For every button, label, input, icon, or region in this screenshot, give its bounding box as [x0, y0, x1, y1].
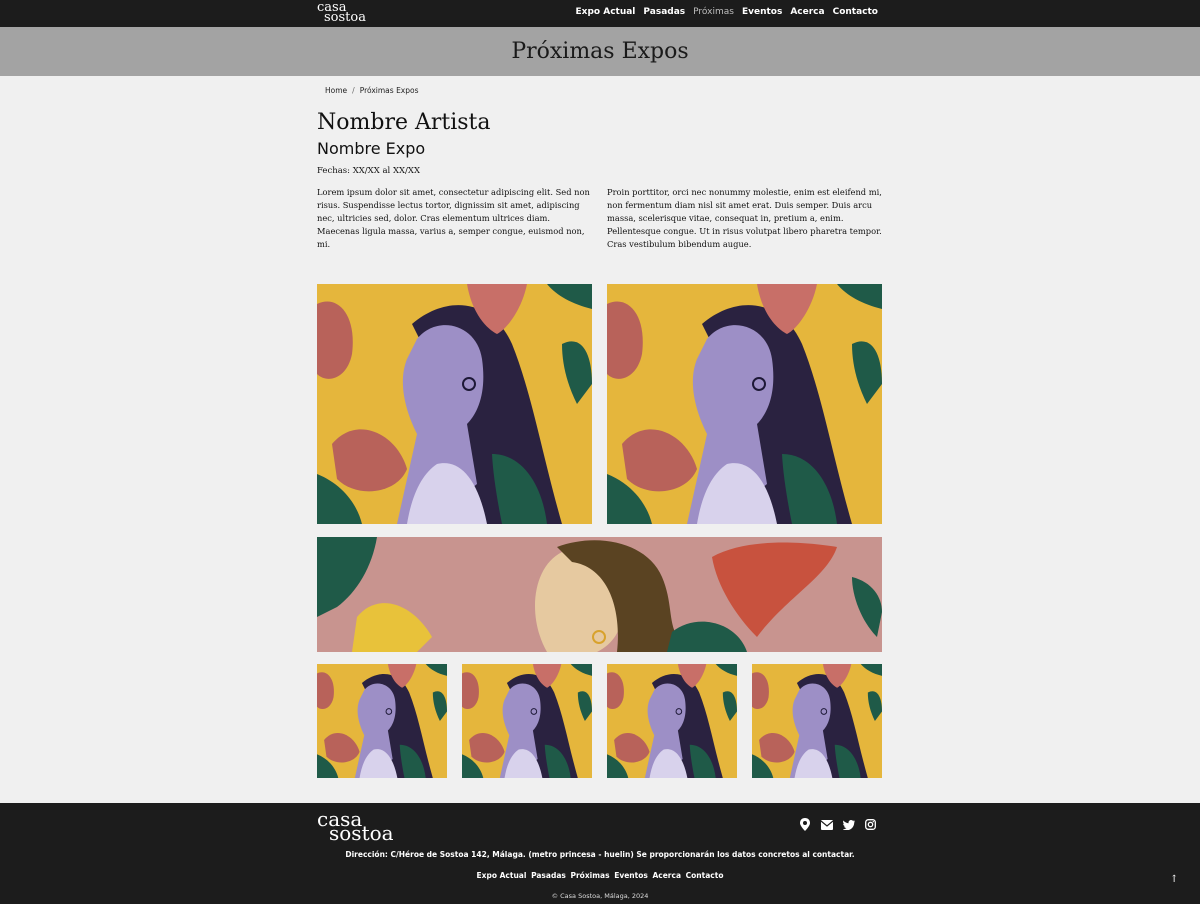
site-footer: casa sostoa Dirección: C/Héroe de Sostoa…: [0, 803, 1200, 904]
description-col-1: Lorem ipsum dolor sit amet, consectetur …: [317, 187, 590, 249]
footer-nav-pasadas[interactable]: Pasadas: [531, 871, 566, 880]
thumb-illustration-1: [317, 664, 447, 778]
breadcrumb-separator: /: [352, 86, 355, 95]
footer-logo-line-2: sostoa: [329, 821, 394, 845]
artist-name: Nombre Artista: [317, 110, 491, 135]
portrait-illustration-2: [607, 284, 882, 524]
page-banner: Próximas Expos: [0, 27, 1200, 76]
expo-dates: Fechas: XX/XX al XX/XX: [317, 166, 421, 176]
artwork-thumb-4[interactable]: [752, 664, 882, 778]
envelope-icon[interactable]: [820, 818, 833, 831]
breadcrumb-home[interactable]: Home: [325, 86, 347, 95]
thumb-illustration-4: [752, 664, 882, 778]
nav-contacto[interactable]: Contacto: [833, 7, 878, 17]
footer-nav-eventos[interactable]: Eventos: [614, 871, 648, 880]
twitter-icon[interactable]: [842, 818, 855, 831]
map-marker-icon[interactable]: [798, 818, 811, 831]
footer-nav-contacto[interactable]: Contacto: [686, 871, 724, 880]
copyright: © Casa Sostoa, Málaga, 2024: [551, 892, 649, 900]
nav-pasadas[interactable]: Pasadas: [643, 7, 685, 17]
expo-name: Nombre Expo: [317, 139, 426, 158]
nav-acerca[interactable]: Acerca: [790, 7, 824, 17]
site-logo[interactable]: casa sostoa: [317, 1, 366, 25]
back-to-top-arrow-icon[interactable]: ↑: [1170, 874, 1178, 885]
description-col-2: Proin porttitor, orci nec nonummy molest…: [607, 187, 882, 249]
main-nav: Expo Actual Pasadas Próximas Eventos Ace…: [576, 7, 878, 17]
social-icons: [798, 818, 877, 831]
top-navbar: casa sostoa Expo Actual Pasadas Próximas…: [0, 0, 1200, 27]
nav-expo-actual[interactable]: Expo Actual: [576, 7, 636, 17]
footer-logo[interactable]: casa sostoa: [317, 809, 394, 845]
footer-nav: Expo Actual Pasadas Próximas Eventos Ace…: [0, 871, 1200, 880]
banner-illustration: [317, 537, 882, 652]
artwork-thumb-3[interactable]: [607, 664, 737, 778]
footer-nav-proximas[interactable]: Próximas: [570, 871, 609, 880]
artwork-thumb-2[interactable]: [462, 664, 592, 778]
breadcrumb: Home / Próximas Expos: [325, 86, 419, 95]
breadcrumb-current: Próximas Expos: [359, 86, 419, 95]
thumb-illustration-3: [607, 664, 737, 778]
artwork-image-2[interactable]: [607, 284, 882, 524]
artwork-thumb-1[interactable]: [317, 664, 447, 778]
footer-nav-acerca[interactable]: Acerca: [652, 871, 681, 880]
artwork-banner-image[interactable]: [317, 537, 882, 652]
instagram-icon[interactable]: [864, 818, 877, 831]
logo-line-2: sostoa: [324, 10, 366, 25]
page-title: Próximas Expos: [511, 39, 689, 64]
footer-address: Dirección: C/Héroe de Sostoa 142, Málaga…: [345, 850, 855, 859]
artwork-image-1[interactable]: [317, 284, 592, 524]
thumb-illustration-2: [462, 664, 592, 778]
footer-nav-expo-actual[interactable]: Expo Actual: [477, 871, 527, 880]
nav-proximas[interactable]: Próximas: [693, 7, 734, 17]
nav-eventos[interactable]: Eventos: [742, 7, 782, 17]
portrait-illustration-1: [317, 284, 592, 524]
